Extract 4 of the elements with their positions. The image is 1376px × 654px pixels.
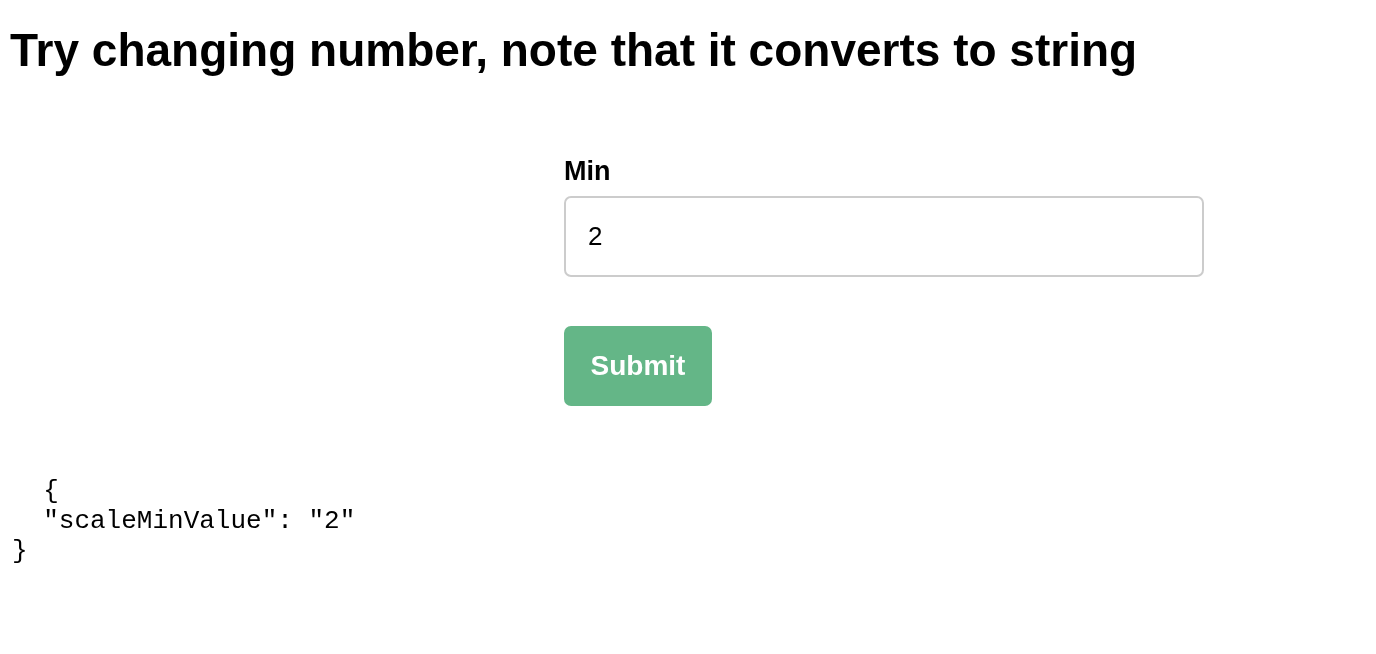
json-output: { "scaleMinValue": "2" } <box>12 476 357 566</box>
input-field[interactable]: 2 <box>564 196 1204 277</box>
field-label: Min <box>564 156 612 186</box>
page-heading: Try changing number, note that it converts to string <box>10 23 1139 78</box>
